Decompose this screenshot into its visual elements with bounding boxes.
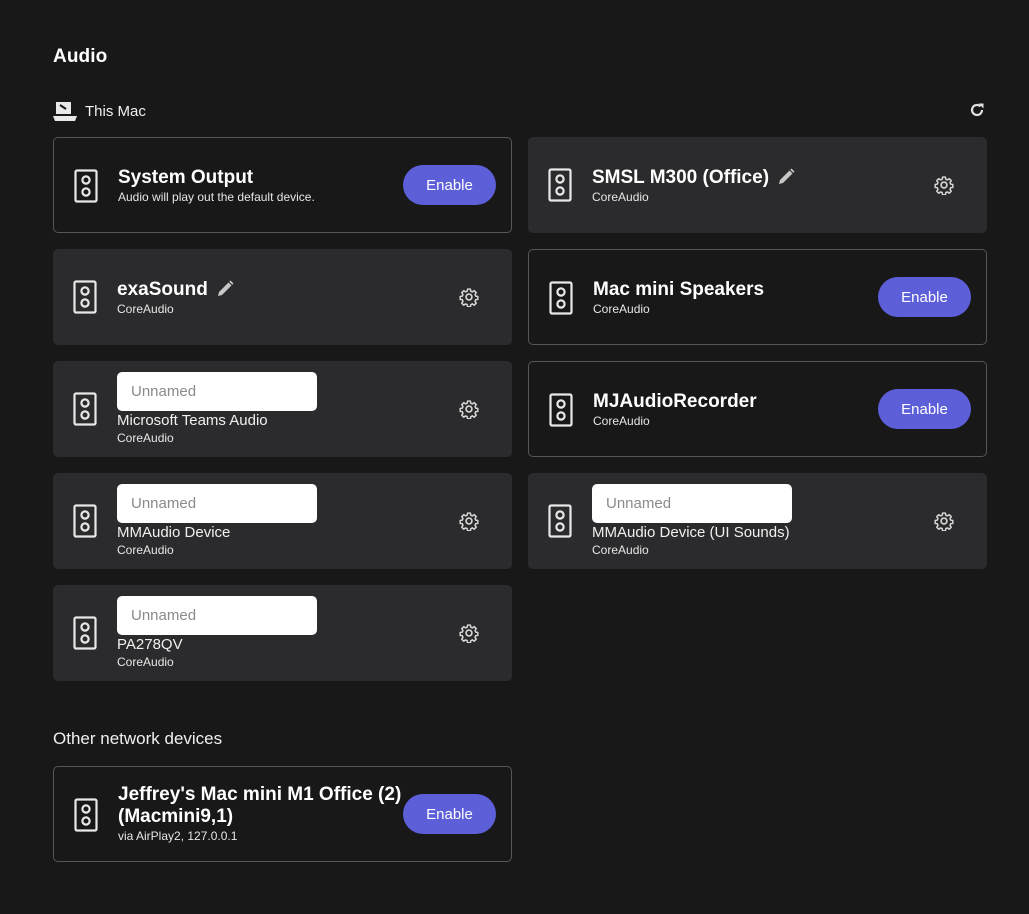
device-card-exasound: exaSound CoreAudio [53,249,512,345]
rename-input[interactable] [117,484,317,523]
device-subtitle: via AirPlay2, 127.0.0.1 [118,829,238,843]
device-name: exaSound [117,278,208,300]
laptop-icon [53,102,77,121]
device-subtitle: CoreAudio [117,543,174,557]
speaker-icon [548,168,572,202]
enable-button[interactable]: Enable [403,165,496,205]
gear-icon[interactable] [934,175,954,195]
device-card-mjaudiorecorder: MJAudioRecorder CoreAudio Enable [528,361,987,457]
device-card-mmaudio-ui-sounds: MMAudio Device (UI Sounds) CoreAudio [528,473,987,569]
speaker-icon [73,280,97,314]
device-subtitle: CoreAudio [593,301,650,316]
this-mac-label: This Mac [85,102,146,120]
device-card-smsl: SMSL M300 (Office) CoreAudio [528,137,987,233]
speaker-icon [549,281,573,315]
device-name: System Output [118,166,254,188]
gear-icon[interactable] [459,511,479,531]
device-card-system-output: System Output Audio will play out the de… [53,137,512,233]
speaker-icon [74,798,98,832]
device-card-mmaudio: MMAudio Device CoreAudio [53,473,512,569]
device-name: MMAudio Device (UI Sounds) [592,524,790,541]
enable-button[interactable]: Enable [403,794,496,834]
gear-icon[interactable] [459,623,479,643]
this-mac-header: This Mac [53,100,987,122]
speaker-icon [74,169,98,203]
device-subtitle: CoreAudio [117,301,174,316]
device-name: Jeffrey's Mac mini M1 Office (2) (Macmin… [118,784,402,827]
enable-button[interactable]: Enable [878,277,971,317]
device-name: PA278QV [117,636,183,653]
speaker-icon [73,392,97,426]
device-name: MJAudioRecorder [593,390,757,412]
speaker-icon [73,504,97,538]
other-network-title: Other network devices [53,729,223,748]
rename-input[interactable] [117,372,317,411]
device-card-network-mac-mini: Jeffrey's Mac mini M1 Office (2) (Macmin… [53,766,512,862]
page-title: Audio [53,46,108,67]
device-card-pa278qv: PA278QV CoreAudio [53,585,512,681]
device-subtitle: CoreAudio [592,543,649,557]
device-name: SMSL M300 (Office) [592,166,770,188]
refresh-icon[interactable] [969,102,985,118]
enable-button[interactable]: Enable [878,389,971,429]
device-name: Mac mini Speakers [593,278,765,300]
gear-icon[interactable] [934,511,954,531]
rename-input[interactable] [592,484,792,523]
rename-input[interactable] [117,596,317,635]
device-subtitle: CoreAudio [117,431,174,445]
device-name: MMAudio Device [117,524,231,541]
speaker-icon [549,393,573,427]
device-name: Microsoft Teams Audio [117,412,268,429]
pencil-icon[interactable] [216,280,234,298]
device-subtitle: CoreAudio [593,413,650,428]
speaker-icon [73,616,97,650]
device-card-teams: Microsoft Teams Audio CoreAudio [53,361,512,457]
device-subtitle: CoreAudio [117,655,174,669]
gear-icon[interactable] [459,399,479,419]
device-subtitle: CoreAudio [592,189,649,204]
speaker-icon [548,504,572,538]
device-subtitle: Audio will play out the default device. [118,189,315,204]
pencil-icon[interactable] [777,168,795,186]
gear-icon[interactable] [459,287,479,307]
device-card-mac-mini-speakers: Mac mini Speakers CoreAudio Enable [528,249,987,345]
